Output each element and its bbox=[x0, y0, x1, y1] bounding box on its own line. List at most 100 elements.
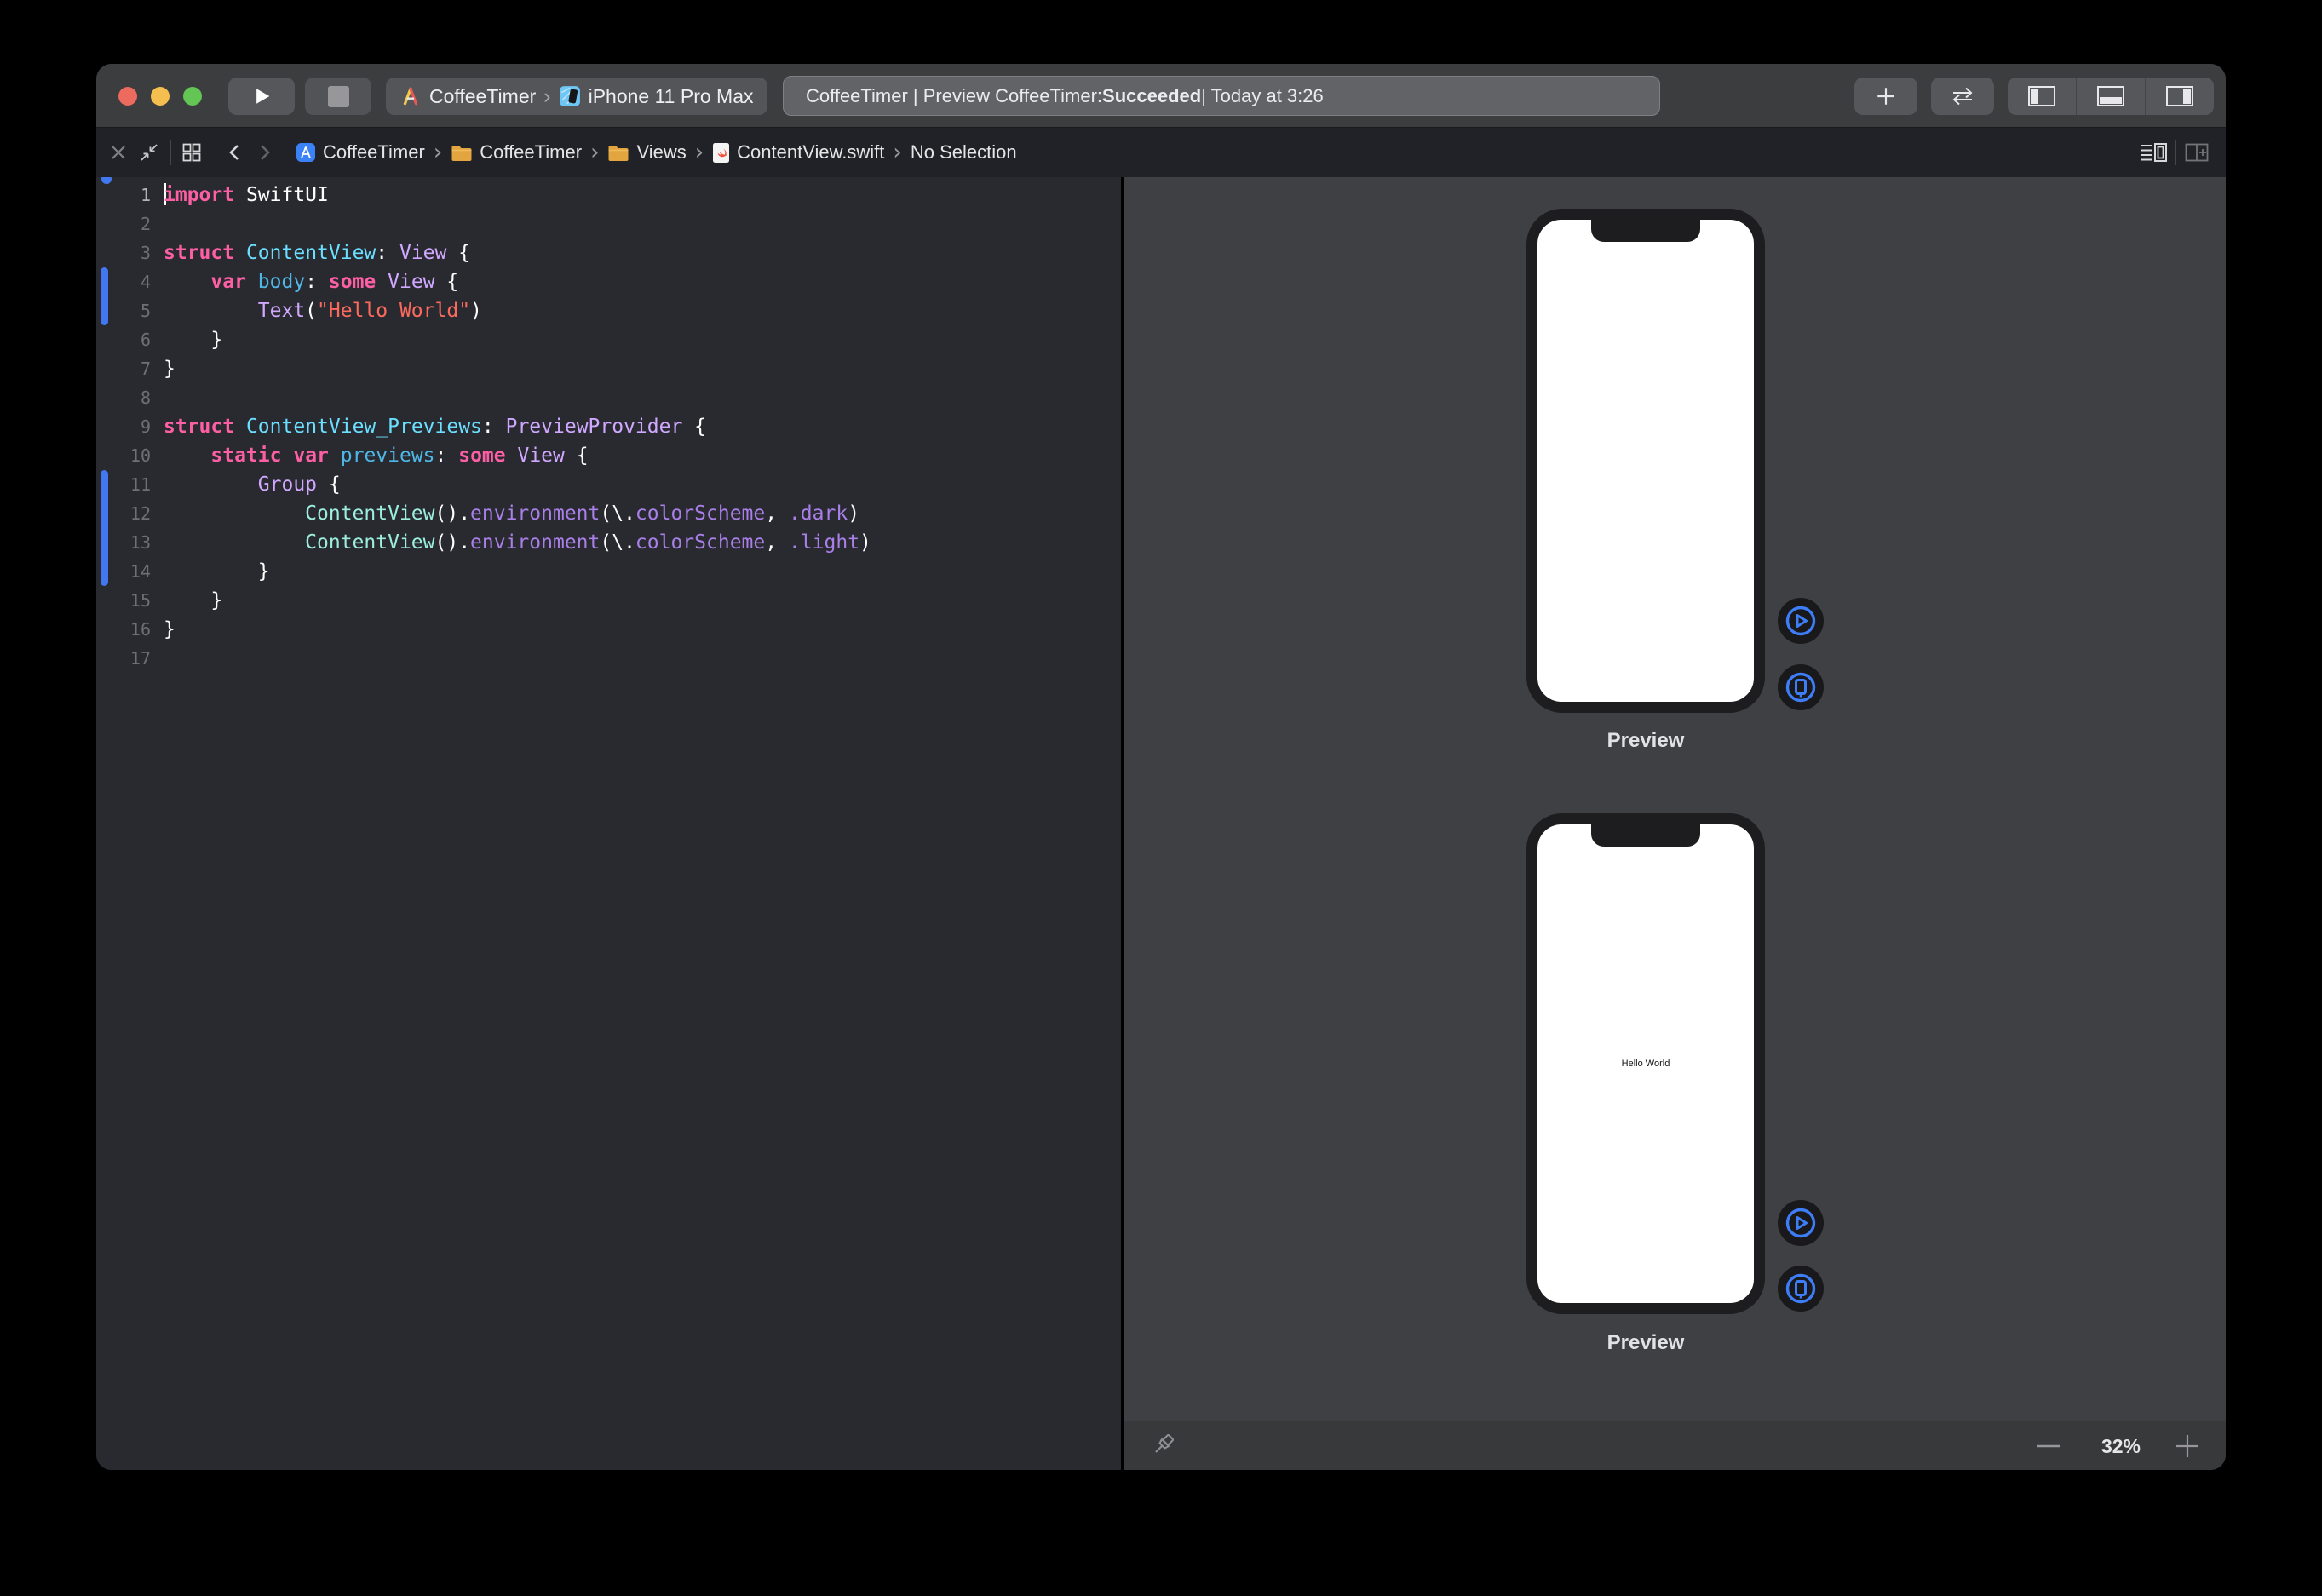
folder-icon bbox=[451, 144, 473, 162]
stop-button[interactable] bbox=[305, 78, 371, 115]
line-number[interactable]: 8 bbox=[96, 383, 151, 412]
code-review-button[interactable] bbox=[1931, 78, 1994, 115]
code-text: } bbox=[164, 557, 270, 586]
breadcrumb-item[interactable]: CoffeeTimer bbox=[451, 141, 582, 164]
device-circle-icon bbox=[1782, 669, 1819, 706]
code-line[interactable]: 13 ContentView().environment(\.colorSche… bbox=[96, 528, 1121, 557]
jumpbar-divider bbox=[170, 140, 171, 165]
play-icon bbox=[250, 84, 273, 108]
add-editor-button[interactable] bbox=[2181, 137, 2212, 168]
code-line[interactable]: 1import SwiftUI bbox=[96, 181, 1121, 210]
breadcrumb-label: No Selection bbox=[911, 141, 1017, 164]
code-line[interactable]: 14 } bbox=[96, 557, 1121, 586]
line-number[interactable]: 9 bbox=[96, 412, 151, 441]
editor-options-button[interactable] bbox=[2139, 137, 2170, 168]
play-circle-icon bbox=[1782, 1204, 1819, 1242]
status-text-left: CoffeeTimer | Preview CoffeeTimer: bbox=[806, 85, 1102, 107]
preview-device-dark[interactable] bbox=[1526, 209, 1765, 713]
toggle-debug-area-button[interactable] bbox=[2077, 78, 2145, 115]
code-text: static var previews: some View { bbox=[164, 441, 589, 470]
code-text: } bbox=[164, 615, 175, 644]
code-line[interactable]: 3struct ContentView: View { bbox=[96, 238, 1121, 267]
code-text: } bbox=[164, 325, 222, 354]
play-circle-icon bbox=[1782, 602, 1819, 640]
scheme-device-label: iPhone 11 Pro Max bbox=[589, 85, 754, 108]
code-text: struct ContentView_Previews: PreviewProv… bbox=[164, 412, 706, 441]
breadcrumb-label: CoffeeTimer bbox=[480, 141, 582, 164]
minus-icon bbox=[2037, 1444, 2060, 1449]
breadcrumb-item[interactable]: No Selection bbox=[911, 141, 1017, 164]
editor-options-icon bbox=[2141, 142, 2168, 163]
related-items-grid-icon bbox=[181, 142, 202, 163]
code-line[interactable]: 5 Text("Hello World") bbox=[96, 296, 1121, 325]
code-line[interactable]: 16} bbox=[96, 615, 1121, 644]
scheme-project-label: CoffeeTimer bbox=[429, 85, 536, 108]
pin-preview-button[interactable] bbox=[1148, 1431, 1177, 1464]
go-back-button[interactable] bbox=[219, 137, 250, 168]
breadcrumb-item[interactable]: CoffeeTimer bbox=[296, 141, 425, 164]
line-number[interactable]: 7 bbox=[96, 354, 151, 383]
breadcrumb-label: ContentView.swift bbox=[737, 141, 884, 164]
bottom-panel-icon bbox=[2096, 85, 2125, 107]
code-line[interactable]: 4 var body: some View { bbox=[96, 267, 1121, 296]
line-number[interactable]: 10 bbox=[96, 441, 151, 470]
line-number[interactable]: 17 bbox=[96, 644, 151, 673]
go-forward-button[interactable] bbox=[250, 137, 280, 168]
zoom-out-button[interactable] bbox=[2032, 1435, 2066, 1457]
toggle-navigator-button[interactable] bbox=[2008, 78, 2076, 115]
preview-screen-light[interactable]: Hello World bbox=[1537, 824, 1754, 1303]
code-line[interactable]: 12 ContentView().environment(\.colorSche… bbox=[96, 499, 1121, 528]
breadcrumb-separator: › bbox=[590, 140, 599, 165]
simulator-icon bbox=[559, 85, 581, 107]
line-number[interactable]: 16 bbox=[96, 615, 151, 644]
code-line[interactable]: 11 Group { bbox=[96, 470, 1121, 499]
breadcrumb-item[interactable]: Views bbox=[607, 141, 686, 164]
code-text: ContentView().environment(\.colorScheme,… bbox=[164, 499, 859, 528]
canvas-bottom-bar: 32% bbox=[1124, 1421, 2226, 1470]
zoom-level: 32% bbox=[2083, 1421, 2159, 1470]
related-items-button[interactable] bbox=[176, 137, 207, 168]
zoom-window-button[interactable] bbox=[183, 87, 202, 106]
preview-on-device-button[interactable] bbox=[1778, 1266, 1824, 1312]
toggle-inspector-button[interactable] bbox=[2146, 78, 2214, 115]
scheme-selector[interactable]: CoffeeTimer › iPhone 11 Pro Max bbox=[386, 78, 767, 115]
chevron-right-icon bbox=[256, 142, 273, 163]
minimize-window-button[interactable] bbox=[151, 87, 170, 106]
stop-icon bbox=[328, 86, 349, 107]
breadcrumb-separator: › bbox=[434, 140, 442, 165]
code-line[interactable]: 17 bbox=[96, 644, 1121, 673]
code-line[interactable]: 8 bbox=[96, 383, 1121, 412]
preview-screen-dark[interactable] bbox=[1537, 220, 1754, 702]
preview-label: Preview bbox=[1526, 1331, 1765, 1355]
code-line[interactable]: 6 } bbox=[96, 325, 1121, 354]
source-editor[interactable]: 1import SwiftUI23struct ContentView: Vie… bbox=[96, 177, 1121, 1470]
code-line[interactable]: 7} bbox=[96, 354, 1121, 383]
xcode-window: CoffeeTimer › iPhone 11 Pro Max CoffeeTi… bbox=[96, 64, 2226, 1470]
code-line[interactable]: 2 bbox=[96, 210, 1121, 238]
run-button[interactable] bbox=[228, 78, 295, 115]
line-number[interactable]: 3 bbox=[96, 238, 151, 267]
code-line[interactable]: 10 static var previews: some View { bbox=[96, 441, 1121, 470]
live-preview-button[interactable] bbox=[1778, 1200, 1824, 1246]
app-scheme-icon bbox=[399, 85, 422, 107]
pin-icon bbox=[1148, 1431, 1177, 1460]
close-editor-button[interactable] bbox=[103, 137, 134, 168]
close-window-button[interactable] bbox=[118, 87, 137, 106]
code-line[interactable]: 9 struct ContentView_Previews: PreviewPro… bbox=[96, 412, 1121, 441]
plus-icon bbox=[1875, 85, 1897, 107]
minimize-editor-button[interactable] bbox=[134, 137, 164, 168]
preview-device-light[interactable]: Hello World bbox=[1526, 813, 1765, 1314]
line-number[interactable]: 15 bbox=[96, 586, 151, 615]
code-line[interactable]: 15 } bbox=[96, 586, 1121, 615]
library-button[interactable] bbox=[1854, 78, 1917, 115]
line-number[interactable]: 6 bbox=[96, 325, 151, 354]
chevron-left-icon bbox=[226, 142, 243, 163]
breadcrumb-label: CoffeeTimer bbox=[323, 141, 425, 164]
line-number[interactable]: 1 bbox=[96, 181, 151, 210]
breadcrumb-item[interactable]: ContentView.swift bbox=[712, 141, 884, 164]
live-preview-button[interactable] bbox=[1778, 598, 1824, 644]
preview-label: Preview bbox=[1526, 729, 1765, 753]
preview-on-device-button[interactable] bbox=[1778, 664, 1824, 710]
line-number[interactable]: 2 bbox=[96, 210, 151, 238]
zoom-in-button[interactable] bbox=[2170, 1435, 2204, 1457]
